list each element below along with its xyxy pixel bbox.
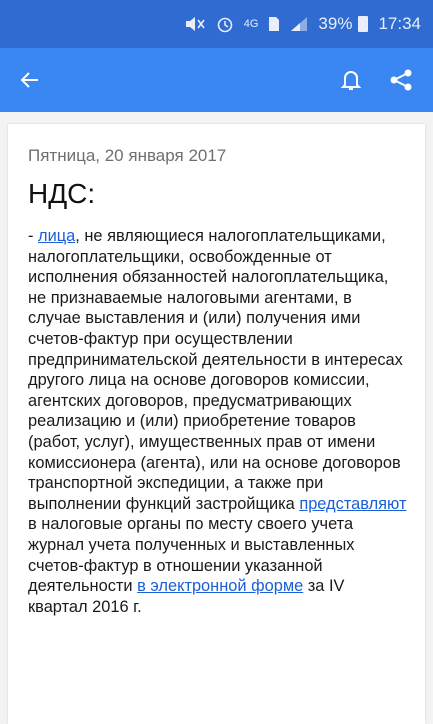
alarm-icon (216, 15, 234, 33)
article-title: НДС: (28, 178, 96, 209)
link-lica[interactable]: лица (38, 227, 75, 245)
network-type-icon: 4G (243, 18, 259, 30)
sim-icon (268, 16, 280, 32)
mute-icon (184, 16, 206, 32)
article-date: Пятница, 20 января 2017 (28, 146, 227, 165)
link-predstavlyayut[interactable]: представляют (299, 495, 406, 513)
notification-button[interactable] (329, 58, 373, 102)
status-bar: 4G 39% 17:34 (0, 0, 433, 48)
app-bar (0, 48, 433, 112)
signal-icon (290, 16, 308, 32)
body-prefix: - (28, 227, 39, 245)
battery-icon (358, 16, 369, 32)
battery-percent: 39% (318, 14, 353, 33)
article-card: Пятница, 20 января 2017 НДС: - лица, не … (8, 124, 425, 724)
share-button[interactable] (379, 58, 423, 102)
body-text-1: , не являющиеся налогоплательщиками, нал… (28, 227, 403, 513)
arrow-left-icon (20, 72, 38, 88)
link-electronic-form[interactable]: в электронной форме (137, 577, 303, 595)
clock: 17:34 (378, 14, 421, 33)
back-button[interactable] (10, 60, 50, 100)
share-icon (390, 69, 412, 91)
bell-icon (341, 71, 361, 90)
article-body: - лица, не являющиеся налогоплательщикам… (28, 226, 407, 617)
network-type-label: 4G (243, 18, 259, 30)
